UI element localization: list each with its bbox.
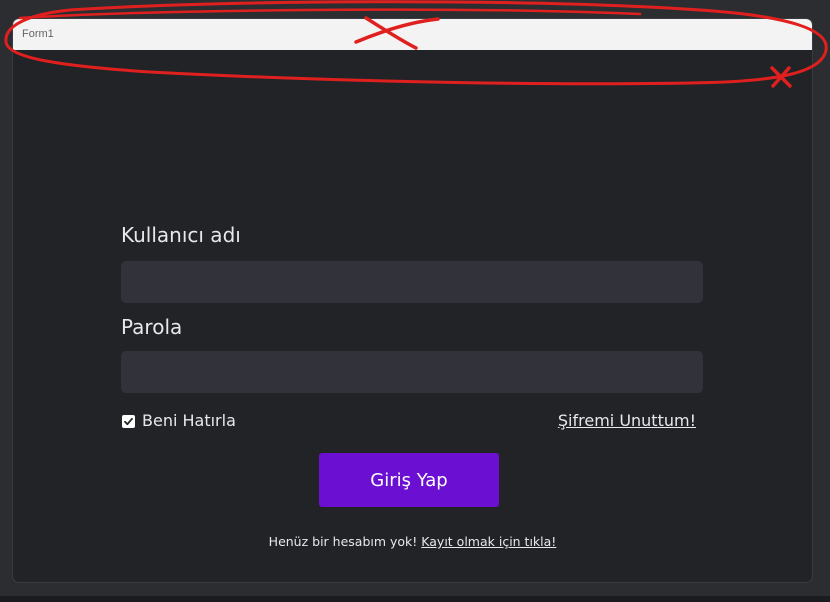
username-input[interactable] xyxy=(121,261,703,303)
no-account-text: Henüz bir hesabım yok! xyxy=(268,534,418,549)
forgot-password-link[interactable]: Şifremi Unuttum! xyxy=(558,411,696,430)
title-bar[interactable]: Form1 xyxy=(13,19,812,50)
annotation-ellipse-inner xyxy=(18,8,642,20)
remember-label: Beni Hatırla xyxy=(142,410,236,430)
window-title: Form1 xyxy=(22,28,54,40)
login-window: Form1 Kullanıcı adı Parola Beni Hatırla … xyxy=(12,18,813,583)
password-label: Parola xyxy=(121,315,183,339)
taskbar-strip xyxy=(0,596,830,602)
register-link[interactable]: Kayıt olmak için tıkla! xyxy=(421,534,556,549)
remember-me[interactable]: Beni Hatırla xyxy=(122,409,236,431)
checkmark-icon xyxy=(124,417,133,425)
login-button[interactable]: Giriş Yap xyxy=(319,453,499,507)
register-prompt: Henüz bir hesabım yok! Kayıt olmak için … xyxy=(13,534,812,549)
password-input[interactable] xyxy=(121,351,703,393)
remember-checkbox[interactable] xyxy=(122,414,135,428)
username-label: Kullanıcı adı xyxy=(121,223,241,247)
